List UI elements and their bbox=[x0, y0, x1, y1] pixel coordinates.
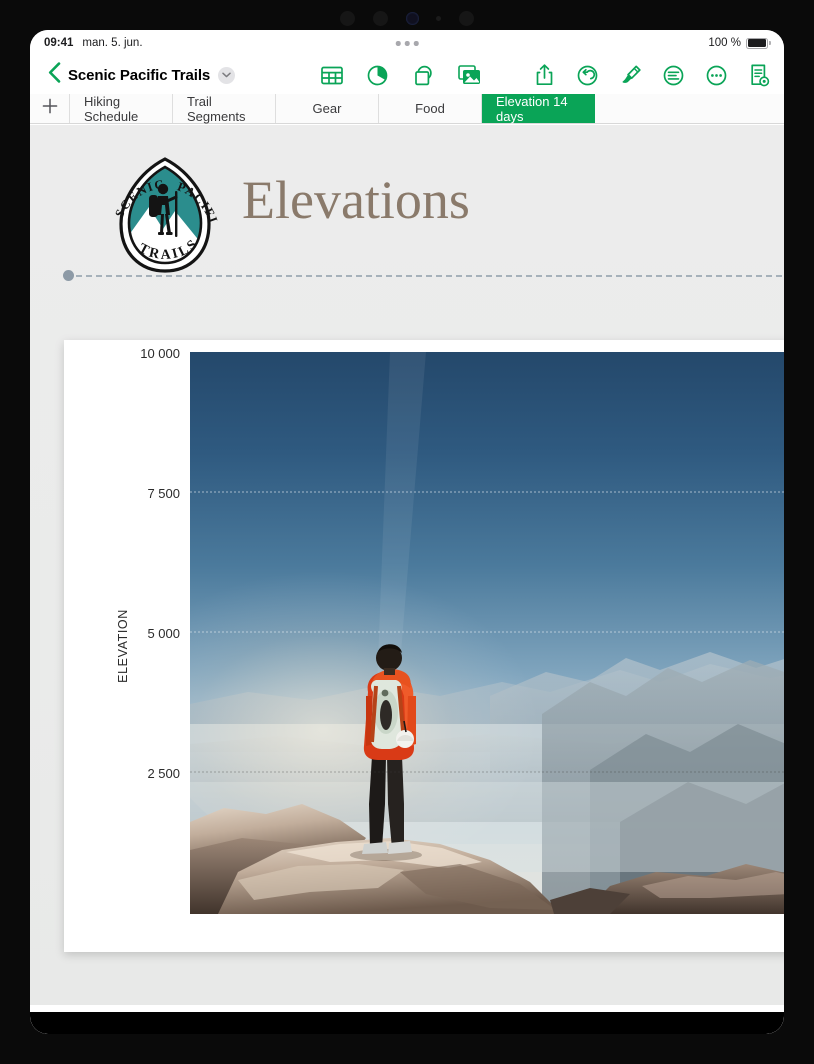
document-setup-icon[interactable] bbox=[746, 62, 773, 89]
home-indicator[interactable] bbox=[286, 1014, 528, 1019]
sheet-tab-elevation-14-days[interactable]: Elevation 14 days bbox=[482, 93, 595, 124]
undo-icon[interactable] bbox=[574, 62, 601, 89]
multitasking-handle[interactable] bbox=[395, 41, 419, 46]
screen: 09:41 man. 5. jun. 100 % Scenic Pacific … bbox=[30, 30, 784, 1034]
status-date: man. 5. jun. bbox=[82, 37, 143, 49]
sheet-tab-gear[interactable]: Gear bbox=[276, 94, 379, 123]
insert-table-icon[interactable] bbox=[318, 62, 345, 89]
selection-handle[interactable] bbox=[63, 270, 74, 281]
status-bar: 09:41 man. 5. jun. 100 % bbox=[30, 30, 784, 56]
slide-background: SCENIC PACIFIC TRAILS Elevations bbox=[30, 125, 784, 1034]
app-toolbar: Scenic Pacific Trails bbox=[30, 56, 784, 94]
chart-plot-area[interactable] bbox=[190, 352, 784, 914]
back-button[interactable] bbox=[41, 60, 67, 90]
scenic-pacific-trails-badge[interactable]: SCENIC PACIFIC TRAILS bbox=[100, 142, 225, 283]
action-tools-group bbox=[531, 62, 773, 89]
sheet-tab-label: Gear bbox=[312, 101, 342, 116]
chevron-down-icon[interactable] bbox=[218, 66, 236, 84]
device-sensor-array bbox=[340, 8, 474, 28]
sensor-dot bbox=[459, 10, 474, 26]
document-canvas[interactable]: SCENIC PACIFIC TRAILS Elevations bbox=[30, 125, 784, 1034]
sensor-dot bbox=[436, 15, 442, 21]
sheet-tab-label: Elevation 14 days bbox=[496, 93, 568, 124]
sheet-tab-label: Trail Segments bbox=[187, 93, 246, 124]
battery-percent: 100 % bbox=[708, 37, 741, 49]
plus-icon bbox=[42, 98, 58, 119]
document-title-group[interactable]: Scenic Pacific Trails bbox=[68, 66, 236, 84]
chevron-left-icon bbox=[48, 62, 61, 88]
y-tick-label: 2 500 bbox=[147, 766, 180, 781]
status-time: 09:41 bbox=[44, 37, 74, 49]
paragraph-format-icon[interactable] bbox=[660, 62, 687, 89]
y-axis-ticks: 10 000 7 500 5 000 2 500 bbox=[108, 340, 180, 952]
status-bar-right: 100 % bbox=[708, 37, 771, 49]
elevation-chart[interactable]: ELEVATION 10 000 7 500 5 000 2 500 bbox=[64, 340, 784, 952]
insert-tools-group bbox=[318, 62, 483, 89]
sheet-tab-food[interactable]: Food bbox=[379, 94, 482, 123]
status-bar-left: 09:41 man. 5. jun. bbox=[44, 37, 143, 49]
y-tick-label: 5 000 bbox=[147, 626, 180, 641]
sheet-tab-trail-segments[interactable]: Trail Segments bbox=[173, 93, 276, 124]
handle-dot bbox=[413, 41, 419, 46]
sensor-dot bbox=[372, 10, 388, 26]
sheet-tab-hiking-schedule[interactable]: Hiking Schedule bbox=[70, 93, 173, 124]
y-tick-label: 7 500 bbox=[147, 486, 180, 501]
format-brush-icon[interactable] bbox=[617, 62, 644, 89]
slide-heading[interactable]: Elevations bbox=[242, 173, 470, 227]
y-tick-label: 10 000 bbox=[140, 346, 180, 361]
handle-dot bbox=[404, 41, 410, 46]
sheet-tab-label: Hiking Schedule bbox=[84, 93, 139, 124]
document-title: Scenic Pacific Trails bbox=[68, 66, 211, 84]
insert-media-icon[interactable] bbox=[456, 62, 483, 89]
ipad-device: 09:41 man. 5. jun. 100 % Scenic Pacific … bbox=[0, 0, 814, 1064]
handle-dot bbox=[395, 41, 401, 46]
more-ellipsis-icon[interactable] bbox=[703, 62, 730, 89]
sheet-tab-label: Food bbox=[415, 101, 445, 116]
alignment-guide-line bbox=[66, 275, 784, 277]
chart-photo-fill bbox=[190, 352, 784, 914]
share-icon[interactable] bbox=[531, 62, 558, 89]
sheet-tab-bar: Hiking Schedule Trail Segments Gear Food… bbox=[30, 94, 784, 124]
insert-shape-icon[interactable] bbox=[410, 62, 437, 89]
sensor-dot bbox=[340, 10, 355, 26]
battery-full-icon bbox=[746, 37, 771, 49]
insert-chart-icon[interactable] bbox=[364, 62, 391, 89]
add-sheet-button[interactable] bbox=[30, 94, 70, 123]
front-camera-icon bbox=[405, 11, 419, 25]
home-indicator-area bbox=[30, 1012, 784, 1034]
